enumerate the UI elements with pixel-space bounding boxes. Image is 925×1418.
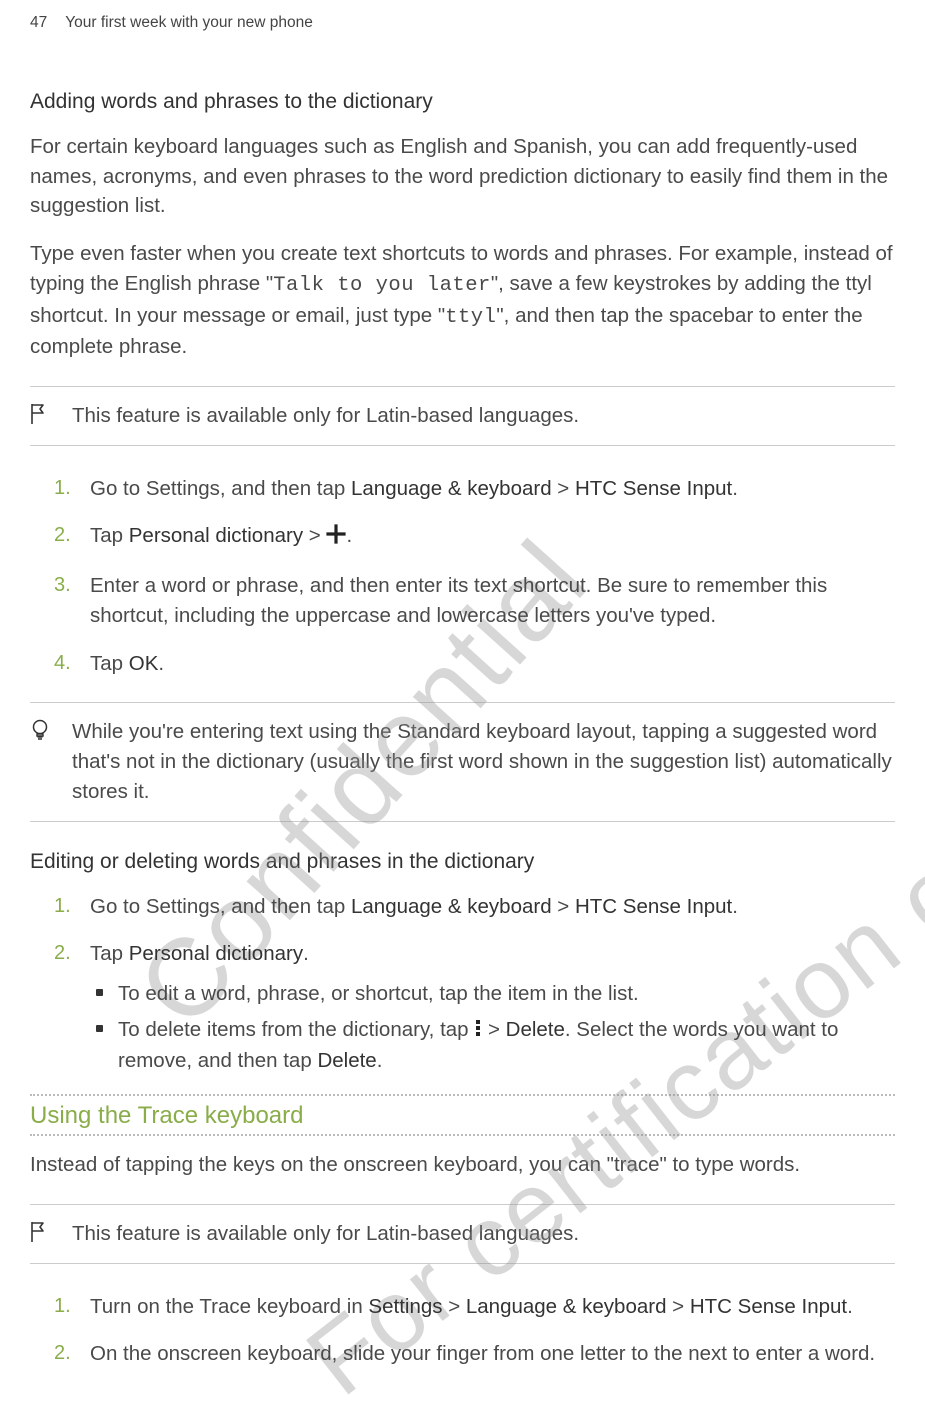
body-paragraph: Instead of tapping the keys on the onscr… [30, 1150, 895, 1180]
flag-icon [30, 1219, 58, 1243]
flag-icon [30, 401, 58, 425]
step-item: Tap Personal dictionary > . [30, 521, 895, 553]
lightbulb-icon [30, 717, 58, 743]
note-text: This feature is available only for Latin… [72, 1219, 579, 1249]
tip-box: While you're entering text using the Sta… [30, 702, 895, 821]
section-heading-editing-words: Editing or deleting words and phrases in… [30, 850, 895, 874]
bullet-item: To delete items from the dictionary, tap… [90, 1015, 895, 1076]
steps-list: Go to Settings, and then tap Language & … [30, 474, 895, 679]
body-paragraph: Type even faster when you create text sh… [30, 239, 895, 362]
steps-list: Go to Settings, and then tap Language & … [30, 892, 895, 1077]
section-title-trace-keyboard: Using the Trace keyboard [30, 1102, 895, 1130]
step-item: Enter a word or phrase, and then enter i… [30, 571, 895, 630]
note-text: This feature is available only for Latin… [72, 401, 579, 431]
step-item: On the onscreen keyboard, slide your fin… [30, 1339, 895, 1369]
breadcrumb: Your first week with your new phone [65, 14, 313, 32]
step-item: Turn on the Trace keyboard in Settings >… [30, 1292, 895, 1322]
page: Confidential For certification on 47 You… [0, 0, 925, 1417]
step-item: Tap OK. [30, 649, 895, 679]
bullet-list: To edit a word, phrase, or shortcut, tap… [90, 979, 895, 1076]
step-item: Go to Settings, and then tap Language & … [30, 892, 895, 922]
bullet-item: To edit a word, phrase, or shortcut, tap… [90, 979, 895, 1009]
note-box: This feature is available only for Latin… [30, 386, 895, 446]
dotted-rule [30, 1094, 895, 1096]
section-heading-adding-words: Adding words and phrases to the dictiona… [30, 90, 895, 114]
dotted-rule [30, 1134, 895, 1136]
step-item: Tap Personal dictionary. To edit a word,… [30, 939, 895, 1076]
step-item: Go to Settings, and then tap Language & … [30, 474, 895, 504]
tip-text: While you're entering text using the Sta… [72, 717, 895, 806]
plus-icon [326, 523, 346, 553]
body-paragraph: For certain keyboard languages such as E… [30, 132, 895, 221]
page-header: 47 Your first week with your new phone [30, 0, 895, 72]
steps-list: Turn on the Trace keyboard in Settings >… [30, 1292, 895, 1369]
page-number: 47 [30, 14, 47, 32]
note-box: This feature is available only for Latin… [30, 1204, 895, 1264]
